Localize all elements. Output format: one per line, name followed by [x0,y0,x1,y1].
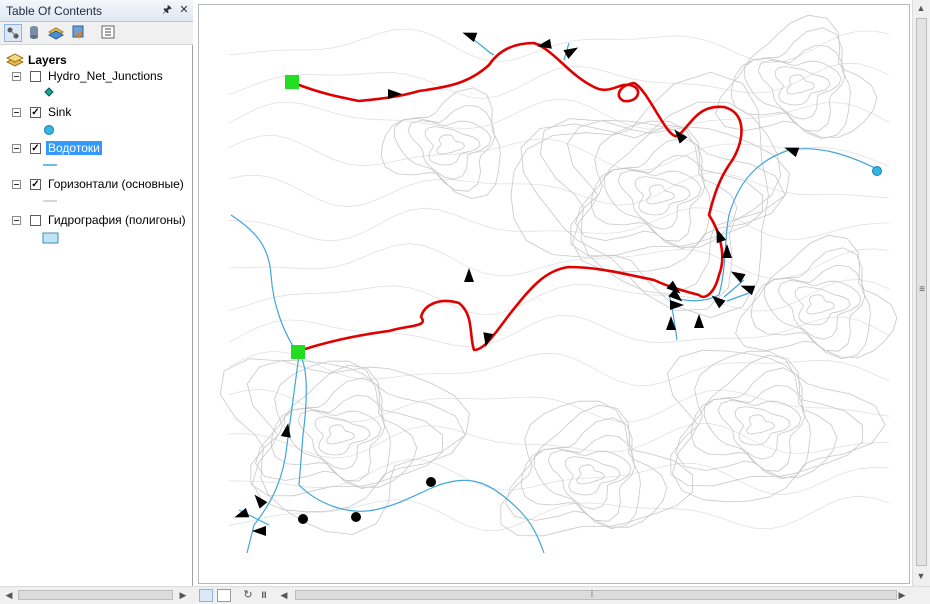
collapse-toggle[interactable] [12,108,21,117]
layer-visibility-checkbox[interactable]: ✓ [30,143,41,154]
flow-arrow [252,526,266,536]
flow-arrow [784,147,800,158]
map-status-bar: ↻ II ◀ ⦙ ▶ [193,586,930,604]
flow-arrow [563,47,579,59]
list-by-source-icon[interactable] [26,24,44,42]
flow-arrow [694,314,704,328]
close-icon[interactable]: ✕ [177,3,191,17]
refresh-icon[interactable]: ↻ [241,588,255,602]
scroll-left-icon[interactable]: ◀ [277,588,291,602]
junction-point [351,512,361,522]
flow-direction-arrows [234,32,800,536]
map-points [285,75,882,524]
flow-arrow [234,507,250,518]
data-view-icon[interactable] [199,589,213,602]
scroll-thumb[interactable] [18,590,173,600]
collapse-toggle[interactable] [12,180,21,189]
layout-view-icon[interactable] [217,589,231,602]
layers-root-label: Layers [28,53,67,67]
pin-icon[interactable]: 🖈 [160,3,174,17]
list-by-visibility-icon[interactable] [47,24,66,42]
scroll-grip-icon: ⦙ [590,589,594,600]
layer-name[interactable]: Горизонтали (основные) [48,177,184,191]
map-vertical-scrollbar[interactable]: ▲ ≡ ▼ [912,0,930,586]
toc-titlebar: Table Of Contents 🖈 ✕ [0,0,193,22]
options-icon[interactable] [100,24,118,42]
start-endpoint-marker [285,75,299,89]
pause-icon[interactable]: II [257,588,271,602]
layer-visibility-checkbox[interactable] [30,215,41,226]
scroll-right-icon[interactable]: ▶ [895,588,909,602]
scroll-right-icon[interactable]: ▶ [176,588,190,602]
stream-line-icon [43,164,57,166]
toc-horizontal-scrollbar[interactable]: ◀ ▶ [0,586,193,604]
toc-toolbar [0,22,193,45]
layer-list: Layers Hydro_Net_Junctions ✓ Sink ✓ Водо… [0,46,192,586]
map-canvas[interactable] [199,5,909,583]
toc-title: Table Of Contents [6,4,103,18]
junction-diamond-icon [44,87,54,97]
flow-arrow [464,268,474,282]
collapse-toggle[interactable] [12,144,21,153]
layer-visibility-checkbox[interactable]: ✓ [30,179,41,190]
junction-point [426,477,436,487]
scroll-down-icon[interactable]: ▼ [914,569,928,583]
layer-name[interactable]: Водотоки [46,141,102,155]
layer-name[interactable]: Гидрография (полигоны) [48,213,186,227]
sink-circle-icon [44,125,54,135]
collapse-toggle[interactable] [12,72,21,81]
sink-point [872,166,882,176]
end-endpoint-marker [291,345,305,359]
map-view[interactable] [198,4,910,584]
flow-arrow [716,228,727,244]
flow-arrow [254,494,268,509]
layer-name[interactable]: Hydro_Net_Junctions [48,69,163,83]
collapse-toggle[interactable] [12,216,21,225]
layer-visibility-checkbox[interactable]: ✓ [30,107,41,118]
list-by-drawing-order-icon[interactable] [4,24,22,42]
table-of-contents: Table Of Contents 🖈 ✕ Layers Hydro_Net_J… [0,0,193,604]
list-by-selection-icon[interactable] [70,24,88,42]
flow-arrow [280,423,291,438]
junction-point [298,514,308,524]
polygon-fill-icon [42,232,59,244]
scroll-up-icon[interactable]: ▲ [914,1,928,15]
layer-visibility-checkbox[interactable] [30,71,41,82]
contour-line-icon [43,200,57,202]
scroll-left-icon[interactable]: ◀ [2,588,16,602]
layers-stack-icon [6,53,24,67]
scroll-grip-icon: ≡ [919,284,925,295]
layer-name[interactable]: Sink [48,105,71,119]
